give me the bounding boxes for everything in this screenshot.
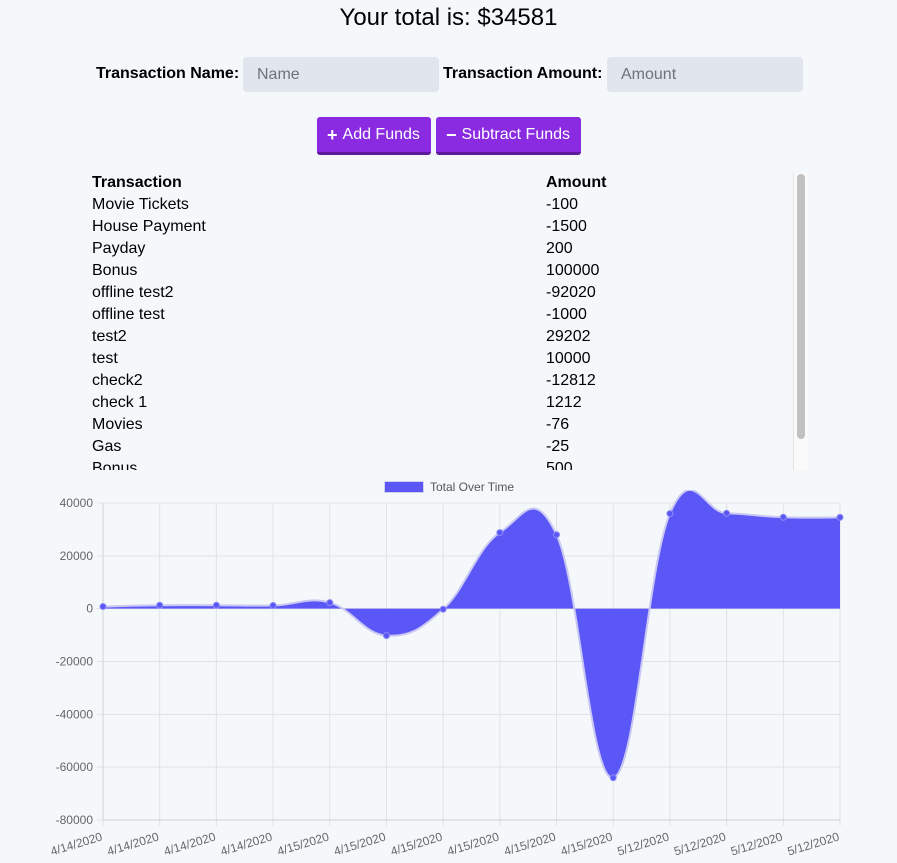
transaction-amount-cell: -12812 — [546, 372, 596, 389]
transaction-amount-label: Transaction Amount: — [443, 65, 603, 82]
y-tick-label: -80000 — [56, 813, 94, 827]
table-row: offline test2 -92020 — [90, 282, 790, 304]
x-tick-label: 5/12/2020 — [729, 829, 784, 858]
transaction-name-cell: Payday — [92, 240, 146, 257]
transaction-amount-cell: -100 — [546, 196, 579, 213]
minus-icon: − — [446, 124, 457, 145]
data-point — [439, 605, 447, 613]
total-heading: Your total is: $34581 — [339, 4, 558, 31]
table-scrollbar[interactable] — [793, 172, 808, 470]
transaction-name-cell: offline test2 — [92, 284, 174, 301]
table-row: House Payment -1500 — [90, 216, 790, 238]
add-funds-label: Add Funds — [342, 125, 420, 143]
transaction-name-cell: test2 — [92, 328, 127, 345]
transaction-name-label: Transaction Name: — [96, 65, 240, 82]
data-point — [779, 513, 787, 521]
transaction-amount-cell: 100000 — [546, 262, 600, 279]
x-tick-label: 4/14/2020 — [162, 829, 217, 858]
transactions-table: Transaction Amount Movie Tickets -100 Hou… — [90, 172, 790, 470]
table-row: check 1 1212 — [90, 392, 790, 414]
x-tick-label: 4/15/2020 — [275, 829, 330, 858]
transaction-amount-cell: 10000 — [546, 350, 591, 367]
table-row: offline test -1000 — [90, 304, 790, 326]
x-tick-label: 4/15/2020 — [332, 829, 387, 858]
transaction-name-cell: Gas — [92, 438, 122, 455]
transaction-amount-cell: 29202 — [546, 328, 591, 345]
x-tick-label: 4/14/2020 — [219, 829, 274, 858]
data-point — [609, 774, 617, 782]
transaction-name-cell: check 1 — [92, 394, 148, 411]
header-amount: Amount — [546, 174, 607, 191]
table-row: Bonus 500 — [90, 458, 790, 470]
transaction-name-cell: check2 — [92, 372, 143, 389]
table-row: Movie Tickets -100 — [90, 194, 790, 216]
transaction-name-cell: offline test — [92, 306, 165, 323]
data-point — [836, 513, 844, 521]
data-point — [212, 601, 220, 609]
table-row: test 10000 — [90, 348, 790, 370]
table-header-row: Transaction Amount — [90, 172, 790, 194]
x-tick-label: 4/14/2020 — [49, 829, 104, 858]
add-funds-button[interactable]: + Add Funds — [317, 117, 431, 155]
transaction-name-cell: Bonus — [92, 460, 138, 470]
total-over-time-chart: 40000 20000 0 -20000 -40000 -60000 -80000 4/14/… — [49, 490, 844, 858]
table-row: Bonus 100000 — [90, 260, 790, 282]
transaction-name-cell: Movies — [92, 416, 143, 433]
transaction-name-cell: test — [92, 350, 118, 367]
transaction-name-input[interactable] — [243, 57, 439, 92]
y-tick-label: 0 — [86, 602, 93, 616]
subtract-funds-button[interactable]: − Subtract Funds — [436, 117, 581, 155]
x-tick-label: 5/12/2020 — [786, 829, 841, 858]
data-point — [496, 529, 504, 537]
transaction-amount-cell: -92020 — [546, 284, 596, 301]
table-row: check2 -12812 — [90, 370, 790, 392]
table-scrollbar-thumb[interactable] — [797, 174, 805, 439]
transaction-name-cell: House Payment — [92, 218, 206, 235]
data-point — [269, 601, 277, 609]
y-tick-label: -60000 — [56, 760, 94, 774]
x-tick-label: 4/14/2020 — [105, 829, 160, 858]
transaction-amount-cell: 200 — [546, 240, 573, 257]
transaction-amount-input[interactable] — [607, 57, 803, 92]
data-point — [156, 601, 164, 609]
x-tick-label: 4/15/2020 — [559, 829, 614, 858]
data-point — [99, 603, 107, 611]
y-tick-label: -20000 — [56, 655, 94, 669]
transaction-amount-cell: -25 — [546, 438, 570, 455]
transaction-amount-cell: -1000 — [546, 306, 587, 323]
data-point — [382, 632, 390, 640]
x-tick-label: 4/15/2020 — [389, 829, 444, 858]
transactions-table-container: Transaction Amount Movie Tickets -100 Hou… — [90, 172, 808, 470]
x-tick-label: 4/15/2020 — [502, 829, 557, 858]
transaction-name-cell: Movie Tickets — [92, 196, 189, 213]
table-row: Payday 200 — [90, 238, 790, 260]
transaction-form: Transaction Name: Transaction Amount: — [0, 57, 897, 92]
transaction-amount-cell: 500 — [546, 460, 573, 470]
data-point — [723, 509, 731, 517]
data-point — [553, 531, 561, 539]
plus-icon: + — [327, 124, 338, 145]
y-tick-label: 20000 — [60, 549, 94, 563]
area-fill — [103, 490, 840, 778]
data-point — [666, 510, 674, 518]
transaction-name-cell: Bonus — [92, 262, 138, 279]
subtract-funds-label: Subtract Funds — [461, 125, 571, 143]
y-tick-label: -40000 — [56, 707, 94, 721]
x-tick-label: 5/12/2020 — [616, 829, 671, 858]
x-tick-label: 4/15/2020 — [446, 829, 501, 858]
transaction-amount-cell: -1500 — [546, 218, 587, 235]
table-row: Movies -76 — [90, 414, 790, 436]
x-tick-label: 5/12/2020 — [672, 829, 727, 858]
data-point — [326, 599, 334, 607]
transaction-amount-cell: -76 — [546, 416, 570, 433]
transaction-amount-cell: 1212 — [546, 394, 582, 411]
header-transaction: Transaction — [92, 174, 182, 191]
y-tick-label: 40000 — [60, 496, 94, 510]
table-row: test2 29202 — [90, 326, 790, 348]
table-row: Gas -25 — [90, 436, 790, 458]
